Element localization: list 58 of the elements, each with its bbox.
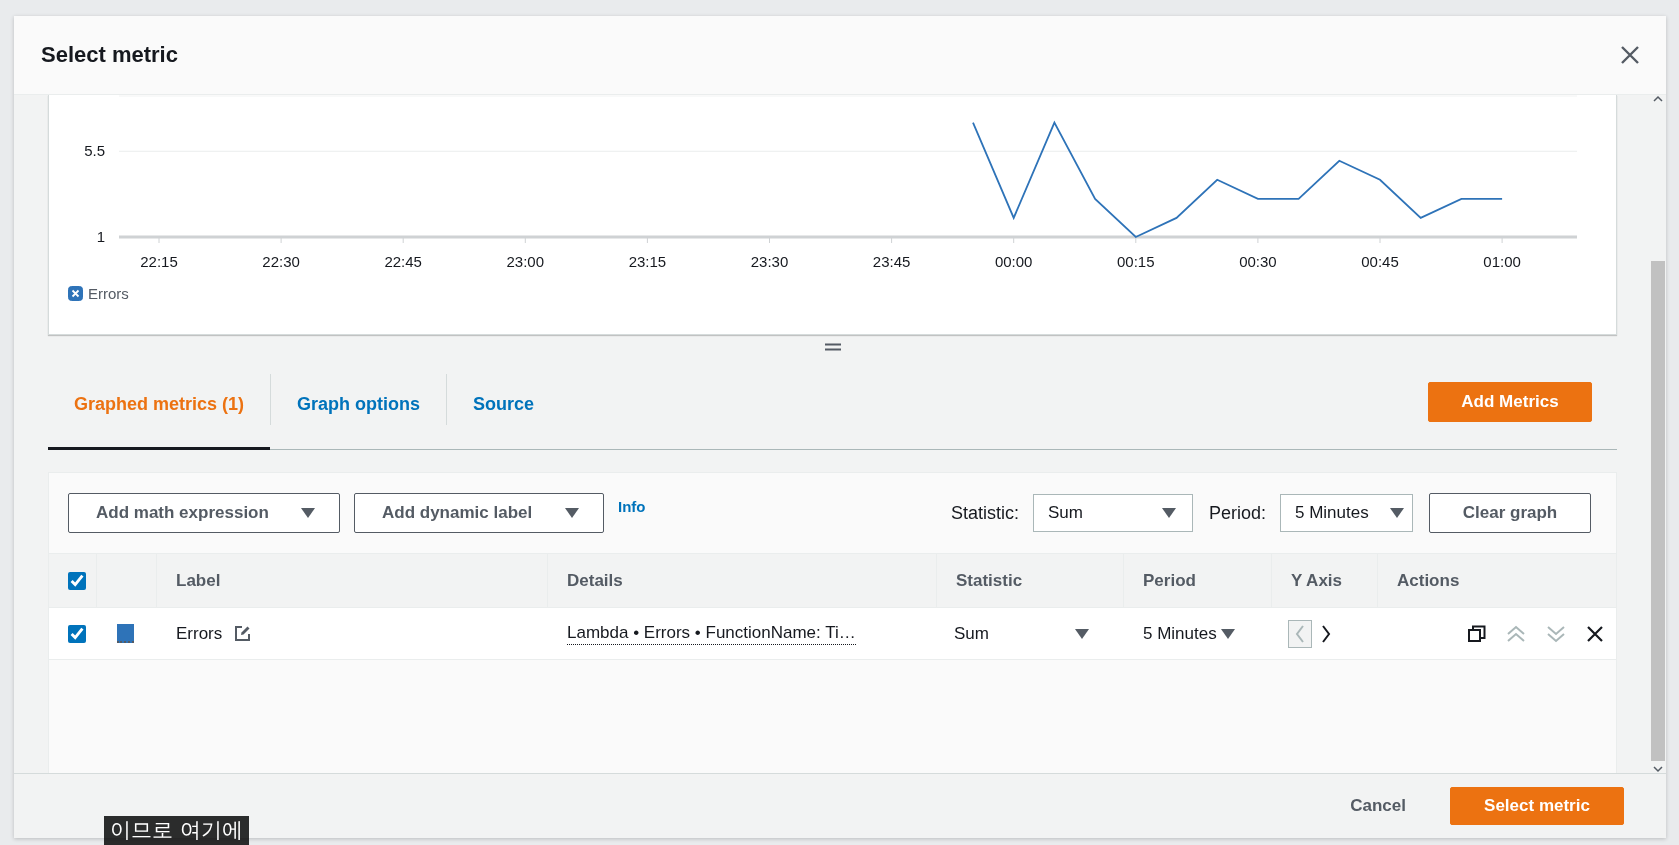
statistic-label: Statistic: [950, 502, 1019, 524]
statistic-dropdown[interactable]: Sum [954, 623, 989, 644]
tab[interactable]: Source [447, 360, 561, 450]
remove-icon[interactable] [1586, 624, 1604, 643]
x-tick-label: 00:00 [994, 253, 1033, 270]
x-tick-label: 22:15 [140, 253, 178, 270]
caret-icon [565, 508, 579, 518]
period-dropdown[interactable]: 5 Minutes [1143, 623, 1217, 644]
math-expression-dropdown[interactable]: Add math expression [68, 493, 340, 533]
scroll-down-icon[interactable] [1653, 765, 1663, 773]
x-tick-label: 01:00 [1483, 253, 1521, 270]
column-header: Y Axis [1291, 570, 1343, 591]
y-tick-label: 5.5 [84, 142, 105, 160]
caret-icon [301, 508, 315, 518]
table-cell: Errors [176, 623, 223, 644]
caret-icon [1161, 508, 1176, 518]
column-header: Actions [1397, 570, 1460, 591]
column-header: Label [176, 570, 221, 591]
dynamic-label-dropdown[interactable]: Add dynamic label [354, 493, 604, 533]
tab[interactable]: Graph options [271, 360, 447, 450]
details-link[interactable]: Lambda • Errors • FunctionName: Ti… [567, 622, 856, 645]
duplicate-icon[interactable] [1468, 624, 1486, 643]
cancel-button[interactable]: Cancel [1344, 795, 1412, 817]
y-tick-label: 1 [96, 228, 105, 245]
chevron-right-icon [1321, 624, 1331, 643]
x-tick-label: 23:45 [872, 253, 911, 270]
period-select[interactable]: 5 Minutes [1280, 494, 1413, 532]
resize-handle-icon[interactable] [824, 343, 841, 351]
x-tick-label: 00:15 [1117, 253, 1155, 270]
dialog-title: Select metric [41, 42, 178, 68]
close-icon[interactable] [1620, 45, 1640, 65]
column-header: Statistic [956, 570, 1023, 591]
column-header: Period [1143, 570, 1196, 591]
legend-checkbox[interactable] [68, 286, 83, 301]
legend-label: Errors [88, 285, 129, 302]
clear-graph-button[interactable]: Clear graph [1429, 493, 1591, 533]
chevron-left-icon [1295, 624, 1305, 643]
statistic-select[interactable]: Sum [1032, 494, 1193, 532]
caret-icon [1075, 628, 1089, 639]
info-link[interactable]: Info [618, 498, 646, 515]
x-tick-label: 00:30 [1239, 253, 1277, 270]
caret-icon [1220, 628, 1235, 639]
select-all-checkbox[interactable] [68, 571, 86, 590]
color-swatch[interactable] [117, 624, 134, 643]
caret-icon [1390, 508, 1404, 518]
column-header: Details [567, 570, 623, 591]
edit-icon[interactable] [234, 625, 252, 642]
x-tick-label: 23:30 [750, 253, 789, 270]
row-checkbox[interactable] [68, 624, 86, 643]
x-tick-label: 23:00 [506, 253, 545, 270]
scrollbar[interactable] [1650, 95, 1666, 773]
x-tick-label: 22:45 [384, 253, 422, 270]
x-tick-label: 22:30 [262, 253, 300, 270]
scroll-up-icon[interactable] [1653, 95, 1663, 103]
video-caption: 이므로 여기에 [104, 816, 249, 845]
x-tick-label: 23:15 [628, 253, 667, 270]
x-tick-label: 00:45 [1361, 253, 1399, 270]
period-label: Period: [1208, 502, 1266, 524]
